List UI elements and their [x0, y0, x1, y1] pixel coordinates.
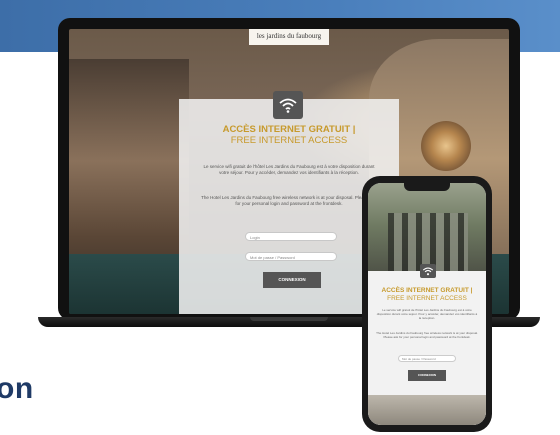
phone-connect-button[interactable]: CONNEXION [408, 370, 446, 381]
paragraph-fr: Le service wifi gratuit de l'hôtel Les J… [203, 164, 375, 175]
phone-panel-title: ACCÈS INTERNET GRATUIT | FREE INTERNET A… [372, 287, 482, 302]
wifi-badge [273, 91, 303, 119]
phone-password-input[interactable]: Mot de passe / Password [398, 355, 456, 362]
bottom-heading: on [0, 372, 34, 405]
wifi-icon [422, 267, 434, 276]
paragraph-en: The Hotel Les Jardins du Faubourg free w… [201, 195, 377, 206]
decorative-fan [421, 121, 471, 171]
phone-title-en: FREE INTERNET ACCESS [387, 294, 467, 302]
hotel-logo: les jardins du faubourg [249, 29, 329, 45]
login-input[interactable]: Login [245, 232, 337, 241]
wifi-icon [279, 98, 297, 113]
phone-notch [404, 183, 450, 191]
connect-button[interactable]: CONNEXION [263, 272, 321, 288]
phone-paragraph-en: The Hotel Les Jardins du Faubourg free w… [376, 331, 478, 339]
phone-wifi-badge [420, 264, 436, 278]
title-fr: ACCÈS INTERNET GRATUIT | [222, 124, 356, 135]
laptop-notch [250, 317, 328, 321]
hotel-logo-text: les jardins du faubourg [256, 32, 322, 40]
phone-screen: ACCÈS INTERNET GRATUIT | FREE INTERNET A… [368, 183, 486, 425]
password-input[interactable]: Mot de passe / Password [245, 252, 337, 261]
title-en: FREE INTERNET ACCESS [230, 135, 348, 146]
phone-paragraph-fr: Le service wifi gratuit de l'hôtel Les J… [376, 308, 478, 320]
phone-bottom-image [368, 395, 486, 425]
phone-title-fr: ACCÈS INTERNET GRATUIT | [381, 287, 473, 294]
panel-title: ACCÈS INTERNET GRATUIT | FREE INTERNET A… [179, 124, 399, 146]
